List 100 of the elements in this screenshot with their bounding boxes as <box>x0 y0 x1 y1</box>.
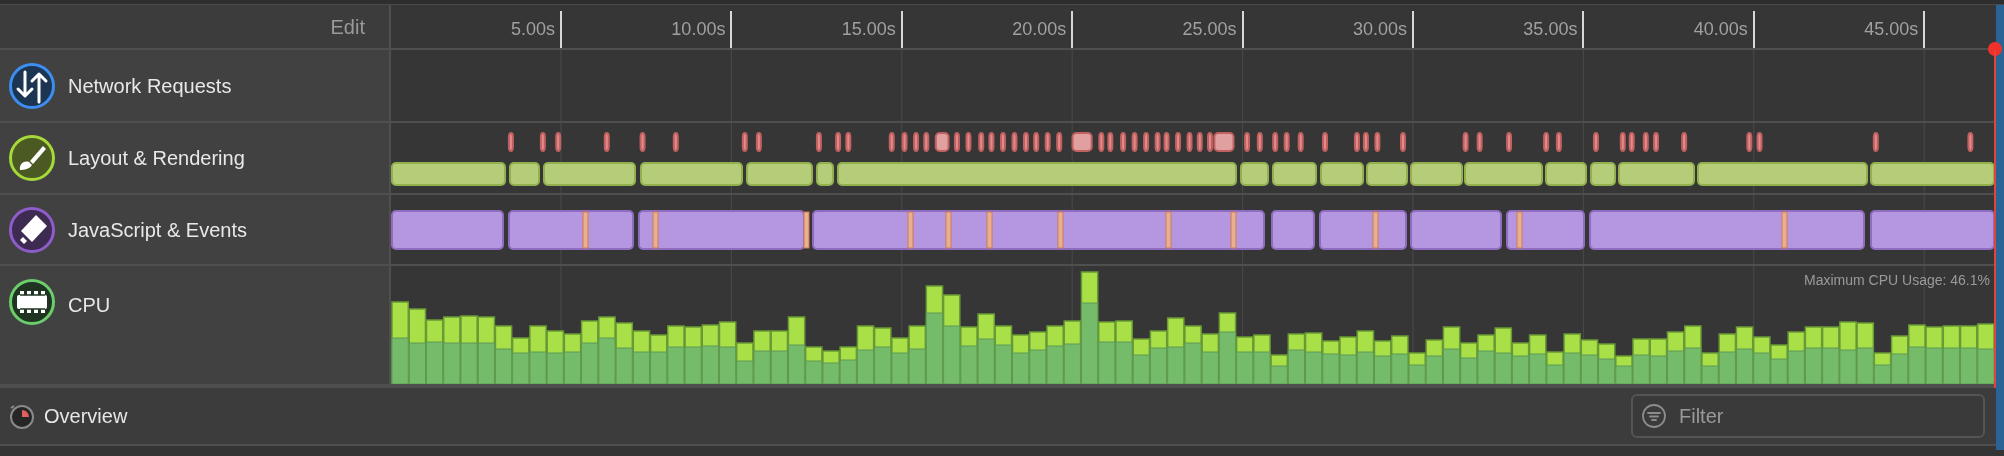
track-label: Layout & Rendering <box>68 146 245 171</box>
paint-record-marker <box>1628 132 1635 152</box>
paint-record-marker <box>953 132 960 152</box>
paint-record-marker <box>1872 132 1879 152</box>
paint-record-marker <box>1244 132 1251 152</box>
paint-record-marker <box>1353 132 1360 152</box>
network-arrows-icon <box>8 61 56 110</box>
paint-record-marker <box>1619 132 1626 152</box>
track-label: Network Requests <box>68 73 232 99</box>
cpu-usage-bar <box>1839 321 1857 384</box>
paint-record-marker <box>1642 132 1649 152</box>
overview-label[interactable]: Overview <box>44 401 128 431</box>
cpu-usage-bar <box>511 337 530 384</box>
cpu-usage-bar <box>1649 338 1668 384</box>
cpu-usage-bar <box>1735 326 1754 384</box>
cpu-usage-bar <box>1925 326 1944 384</box>
cpu-usage-bar <box>1580 339 1599 384</box>
paint-record-marker <box>539 132 546 152</box>
event-marker <box>1165 211 1172 249</box>
paint-record-marker <box>1476 132 1483 152</box>
paint-record-marker <box>1098 132 1105 152</box>
paint-record-marker <box>923 132 930 152</box>
cpu-usage-bar <box>1184 325 1202 384</box>
cpu-usage-bar <box>753 330 771 384</box>
edit-button[interactable]: Edit <box>330 11 365 42</box>
paint-record-marker <box>603 132 610 152</box>
time-tick-label: 45.00s <box>1864 18 1919 41</box>
cpu-usage-bar <box>563 333 582 384</box>
cpu-usage-bar <box>425 319 444 384</box>
cpu-usage-bar <box>494 325 513 384</box>
layout-record-bar <box>1545 162 1587 186</box>
cpu-usage-bar <box>598 316 616 384</box>
event-marker <box>1230 211 1237 249</box>
cpu-usage-bar <box>1304 332 1323 384</box>
paint-record-marker <box>1272 132 1279 152</box>
cpu-usage-bar <box>873 327 892 384</box>
paint-record-marker <box>1186 132 1193 152</box>
paint-record-marker <box>639 132 646 152</box>
cpu-usage-bar <box>460 315 478 384</box>
cpu-usage-bar <box>1752 336 1771 384</box>
time-tick-label: 35.00s <box>1523 18 1578 41</box>
paint-record-marker <box>1297 132 1304 152</box>
layout-record-bar <box>1590 162 1616 186</box>
layout-record-bar <box>1272 162 1317 186</box>
cpu-usage-bar <box>1166 317 1185 384</box>
cpu-usage-bar <box>1046 325 1064 384</box>
layout-record-bar <box>509 162 540 186</box>
cpu-usage-bar <box>1804 326 1823 384</box>
track-label: JavaScript & Events <box>68 217 247 243</box>
event-marker <box>652 211 659 249</box>
cpu-usage-bar <box>1959 325 1978 384</box>
paint-record-marker <box>741 132 748 152</box>
paint-record-marker <box>1543 132 1550 152</box>
paint-record-marker <box>835 132 842 152</box>
paint-record-marker <box>1120 132 1127 152</box>
paint-record-marker <box>1044 132 1051 152</box>
cpu-usage-bar <box>1373 340 1392 384</box>
paint-record-marker <box>1163 132 1170 152</box>
cpu-usage-bar <box>1511 342 1530 384</box>
paint-record-marker <box>988 132 995 152</box>
paint-record-marker <box>1196 132 1203 152</box>
event-marker <box>1781 211 1788 249</box>
cpu-usage-bar <box>1459 342 1478 384</box>
paint-record-marker <box>965 132 972 152</box>
cpu-usage-bar <box>1322 340 1340 384</box>
layout-record-bar <box>1320 162 1364 186</box>
filter-field[interactable]: Filter <box>1631 394 1985 438</box>
layout-record-bar <box>746 162 813 186</box>
cpu-usage-bar <box>615 322 634 384</box>
cpu-usage-bar <box>1977 323 1995 384</box>
paint-record-marker <box>555 132 562 152</box>
paint-record-marker <box>999 132 1006 152</box>
time-tick-label: 10.00s <box>671 18 726 41</box>
paint-record-marker <box>888 132 895 152</box>
paint-record-marker <box>1256 132 1263 152</box>
cpu-usage-bar <box>684 326 702 384</box>
paint-record-marker <box>1033 132 1040 152</box>
cpu-usage-bar <box>1029 331 1047 384</box>
paint-record-marker <box>815 132 822 152</box>
cpu-usage-bar <box>580 320 599 384</box>
paint-record-marker <box>1681 132 1688 152</box>
cpu-usage-bar <box>1201 333 1220 384</box>
layout-record-bar <box>1240 162 1269 186</box>
paint-record-marker <box>1143 132 1150 152</box>
paint-record-marker <box>1374 132 1381 152</box>
script-record-bar <box>1271 210 1315 250</box>
chip-icon <box>8 278 56 326</box>
paint-record-marker <box>1283 132 1290 152</box>
cpu-usage-bar <box>1494 327 1513 384</box>
event-marker <box>907 211 914 249</box>
event-marker <box>1516 211 1523 249</box>
time-tick-label: 25.00s <box>1182 18 1237 41</box>
paint-record-marker <box>755 132 762 152</box>
scroll-icon <box>8 205 56 254</box>
paint-record-marker <box>1967 132 1974 152</box>
cpu-usage-bar <box>529 325 547 384</box>
paint-record-marker <box>1746 132 1753 152</box>
paint-record-marker <box>1322 132 1328 152</box>
cpu-usage-bar <box>1132 338 1151 384</box>
paint-record-marker <box>978 132 985 152</box>
